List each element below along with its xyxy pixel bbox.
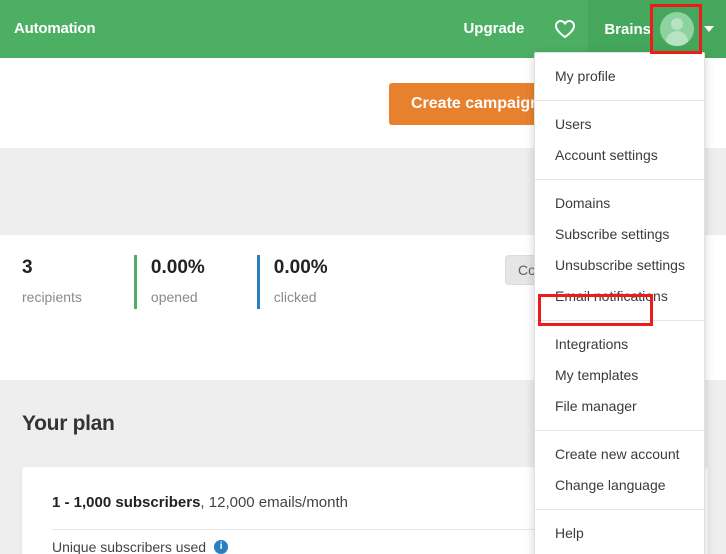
stat-value: 0.00% bbox=[273, 257, 328, 278]
stat-recipients: 3 recipients bbox=[22, 255, 116, 309]
plan-section-title: Your plan bbox=[22, 412, 115, 435]
menu-item-account-settings[interactable]: Account settings bbox=[535, 140, 704, 171]
chevron-down-icon[interactable] bbox=[704, 26, 714, 32]
menu-item-change-language[interactable]: Change language bbox=[535, 470, 704, 501]
stat-label: clicked bbox=[273, 289, 317, 305]
menu-item-create-new-account[interactable]: Create new account bbox=[535, 439, 704, 470]
top-navigation-bar: Automation Upgrade Brains bbox=[0, 0, 726, 58]
menu-group: Integrations My templates File manager bbox=[535, 320, 704, 430]
menu-item-my-profile[interactable]: My profile bbox=[535, 61, 704, 92]
menu-group: Domains Subscribe settings Unsubscribe s… bbox=[535, 179, 704, 320]
account-dropdown-menu[interactable]: My profile Users Account settings Domain… bbox=[534, 52, 705, 554]
user-avatar-icon bbox=[660, 12, 694, 46]
nav-item-automation[interactable]: Automation bbox=[0, 0, 109, 58]
menu-item-file-manager[interactable]: File manager bbox=[535, 391, 704, 422]
stat-label: recipients bbox=[22, 289, 82, 305]
stat-value: 3 bbox=[22, 257, 33, 278]
menu-item-email-notifications[interactable]: Email notifications bbox=[535, 281, 704, 312]
app-root: Automation Upgrade Brains Create campaig… bbox=[0, 0, 726, 554]
stats-row: 3 recipients 0.00% opened 0.00% clicked bbox=[22, 255, 362, 309]
account-name-label: Brains bbox=[604, 20, 651, 38]
menu-item-my-templates[interactable]: My templates bbox=[535, 360, 704, 391]
avatar[interactable] bbox=[660, 12, 694, 46]
plan-subscribers-range: 1 - 1,000 subscribers bbox=[52, 494, 201, 511]
plan-headline: 1 - 1,000 subscribers, 12,000 emails/mon… bbox=[52, 494, 348, 511]
menu-item-users[interactable]: Users bbox=[535, 109, 704, 140]
menu-item-unsubscribe-settings[interactable]: Unsubscribe settings bbox=[535, 250, 704, 281]
menu-item-integrations[interactable]: Integrations bbox=[535, 329, 704, 360]
menu-group: My profile bbox=[535, 53, 704, 100]
heart-icon[interactable] bbox=[542, 0, 588, 58]
stat-clicked: 0.00% clicked bbox=[256, 255, 362, 309]
menu-item-subscribe-settings[interactable]: Subscribe settings bbox=[535, 219, 704, 250]
account-menu-trigger[interactable]: Brains bbox=[588, 0, 726, 58]
stat-value: 0.00% bbox=[150, 257, 205, 278]
plan-emails-per-month: , 12,000 emails/month bbox=[200, 494, 349, 511]
menu-group: Users Account settings bbox=[535, 100, 704, 179]
menu-item-domains[interactable]: Domains bbox=[535, 188, 704, 219]
menu-group: Create new account Change language bbox=[535, 430, 704, 509]
stat-label: opened bbox=[150, 289, 198, 305]
menu-item-help[interactable]: Help bbox=[535, 518, 704, 549]
primary-nav: Automation bbox=[0, 0, 109, 58]
stat-opened: 0.00% opened bbox=[133, 255, 239, 309]
upgrade-link[interactable]: Upgrade bbox=[445, 0, 542, 58]
menu-group: Help bbox=[535, 509, 704, 554]
header-right-group: Upgrade Brains bbox=[445, 0, 726, 58]
